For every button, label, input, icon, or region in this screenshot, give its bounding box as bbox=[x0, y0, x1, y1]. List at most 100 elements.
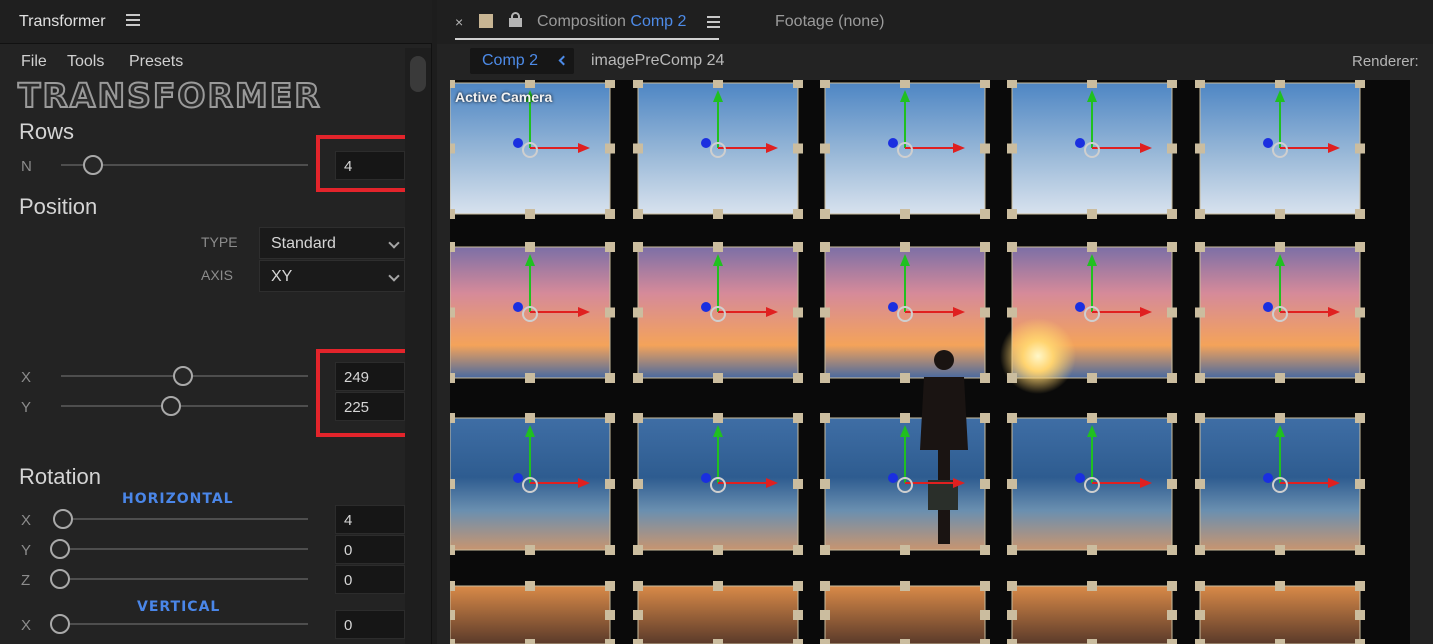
transform-handle[interactable] bbox=[633, 307, 643, 318]
transform-handle[interactable] bbox=[1087, 242, 1097, 252]
transform-handle[interactable] bbox=[1087, 80, 1097, 88]
transform-handle[interactable] bbox=[713, 209, 723, 219]
transform-handle[interactable] bbox=[450, 545, 455, 555]
transform-handle[interactable] bbox=[1195, 143, 1205, 154]
transform-handle[interactable] bbox=[1195, 479, 1205, 489]
transform-handle[interactable] bbox=[713, 242, 723, 252]
rotation-hy-slider-track[interactable] bbox=[61, 548, 308, 550]
transform-handle[interactable] bbox=[450, 639, 455, 644]
transform-handle[interactable] bbox=[450, 373, 455, 383]
label-color-swatch[interactable] bbox=[479, 14, 493, 28]
transform-handle[interactable] bbox=[1275, 209, 1285, 219]
transform-handle[interactable] bbox=[1007, 80, 1017, 88]
transform-handle[interactable] bbox=[1167, 581, 1177, 591]
position-axis-dropdown[interactable]: XY bbox=[259, 260, 405, 292]
transform-handle[interactable] bbox=[793, 242, 803, 252]
transform-handle[interactable] bbox=[525, 639, 535, 644]
transform-handle[interactable] bbox=[525, 242, 535, 252]
transform-handle[interactable] bbox=[980, 581, 990, 591]
transform-handle[interactable] bbox=[1007, 639, 1017, 644]
transform-handle[interactable] bbox=[1195, 242, 1205, 252]
transform-handle[interactable] bbox=[793, 545, 803, 555]
position-x-slider-knob[interactable] bbox=[173, 366, 193, 386]
transform-handle[interactable] bbox=[450, 479, 455, 489]
transform-handle[interactable] bbox=[633, 373, 643, 383]
rotation-hx-field[interactable]: 4 bbox=[335, 505, 405, 534]
transform-handle[interactable] bbox=[980, 610, 990, 620]
transform-handle[interactable] bbox=[450, 242, 455, 252]
transform-handle[interactable] bbox=[633, 479, 643, 489]
transform-handle[interactable] bbox=[820, 80, 830, 88]
transform-handle[interactable] bbox=[1167, 545, 1177, 555]
transform-handle[interactable] bbox=[633, 639, 643, 644]
transform-handle[interactable] bbox=[1007, 545, 1017, 555]
transform-handle[interactable] bbox=[525, 581, 535, 591]
transform-handle[interactable] bbox=[793, 209, 803, 219]
transform-handle[interactable] bbox=[1007, 143, 1017, 154]
rotation-vx-field[interactable]: 0 bbox=[335, 610, 405, 639]
transform-handle[interactable] bbox=[1195, 80, 1205, 88]
transform-handle[interactable] bbox=[1007, 413, 1017, 423]
transform-handle[interactable] bbox=[1355, 242, 1365, 252]
menu-item-presets[interactable]: Presets bbox=[129, 53, 183, 71]
transform-handle[interactable] bbox=[1007, 610, 1017, 620]
transform-handle[interactable] bbox=[1355, 209, 1365, 219]
tab-menu-icon[interactable] bbox=[707, 16, 720, 28]
transform-handle[interactable] bbox=[1355, 479, 1365, 489]
transform-handle[interactable] bbox=[820, 307, 830, 318]
transform-handle[interactable] bbox=[1007, 479, 1017, 489]
transform-handle[interactable] bbox=[980, 373, 990, 383]
transform-handle[interactable] bbox=[793, 639, 803, 644]
transform-handle[interactable] bbox=[1007, 307, 1017, 318]
transform-handle[interactable] bbox=[1087, 209, 1097, 219]
transform-handle[interactable] bbox=[980, 143, 990, 154]
transform-handle[interactable] bbox=[1195, 639, 1205, 644]
transform-handle[interactable] bbox=[1355, 639, 1365, 644]
transform-handle[interactable] bbox=[980, 242, 990, 252]
scrollbar-thumb[interactable] bbox=[410, 56, 426, 92]
panel-menu-icon[interactable] bbox=[126, 14, 140, 28]
transform-handle[interactable] bbox=[713, 413, 723, 423]
transform-handle[interactable] bbox=[1275, 639, 1285, 644]
transform-handle[interactable] bbox=[1195, 545, 1205, 555]
transform-handle[interactable] bbox=[793, 610, 803, 620]
transform-handle[interactable] bbox=[1167, 143, 1177, 154]
transform-handle[interactable] bbox=[450, 413, 455, 423]
transform-handle[interactable] bbox=[900, 80, 910, 88]
transform-handle[interactable] bbox=[1195, 307, 1205, 318]
transform-handle[interactable] bbox=[1167, 479, 1177, 489]
transform-handle[interactable] bbox=[450, 307, 455, 318]
transform-handle[interactable] bbox=[525, 373, 535, 383]
transform-handle[interactable] bbox=[1355, 80, 1365, 88]
transform-handle[interactable] bbox=[1087, 373, 1097, 383]
rotation-hy-slider-knob[interactable] bbox=[50, 539, 70, 559]
transform-handle[interactable] bbox=[605, 545, 615, 555]
transform-handle[interactable] bbox=[980, 307, 990, 318]
transform-handle[interactable] bbox=[633, 581, 643, 591]
transform-handle[interactable] bbox=[450, 80, 455, 88]
comp-breadcrumb-active[interactable]: Comp 2 bbox=[470, 48, 574, 74]
transform-handle[interactable] bbox=[1007, 581, 1017, 591]
transform-handle[interactable] bbox=[1355, 307, 1365, 318]
position-type-dropdown[interactable]: Standard bbox=[259, 227, 405, 259]
panel-scrollbar[interactable] bbox=[405, 48, 431, 644]
position-y-slider-track[interactable] bbox=[61, 405, 308, 407]
transform-handle[interactable] bbox=[900, 209, 910, 219]
transform-handle[interactable] bbox=[793, 143, 803, 154]
transform-handle[interactable] bbox=[1195, 209, 1205, 219]
rotation-vx-slider-track[interactable] bbox=[61, 623, 308, 625]
transform-handle[interactable] bbox=[605, 581, 615, 591]
transform-handle[interactable] bbox=[1007, 373, 1017, 383]
transform-handle[interactable] bbox=[1167, 413, 1177, 423]
transform-handle[interactable] bbox=[633, 80, 643, 88]
rotation-vx-slider-knob[interactable] bbox=[50, 614, 70, 634]
tab-footage[interactable]: Footage (none) bbox=[775, 13, 884, 31]
transform-handle[interactable] bbox=[1275, 373, 1285, 383]
composition-viewer[interactable]: Active Camera bbox=[450, 80, 1410, 644]
menu-item-tools[interactable]: Tools bbox=[67, 53, 104, 71]
transform-handle[interactable] bbox=[1167, 307, 1177, 318]
transform-handle[interactable] bbox=[1275, 545, 1285, 555]
transform-handle[interactable] bbox=[605, 373, 615, 383]
transform-handle[interactable] bbox=[1167, 639, 1177, 644]
transform-handle[interactable] bbox=[900, 373, 910, 383]
